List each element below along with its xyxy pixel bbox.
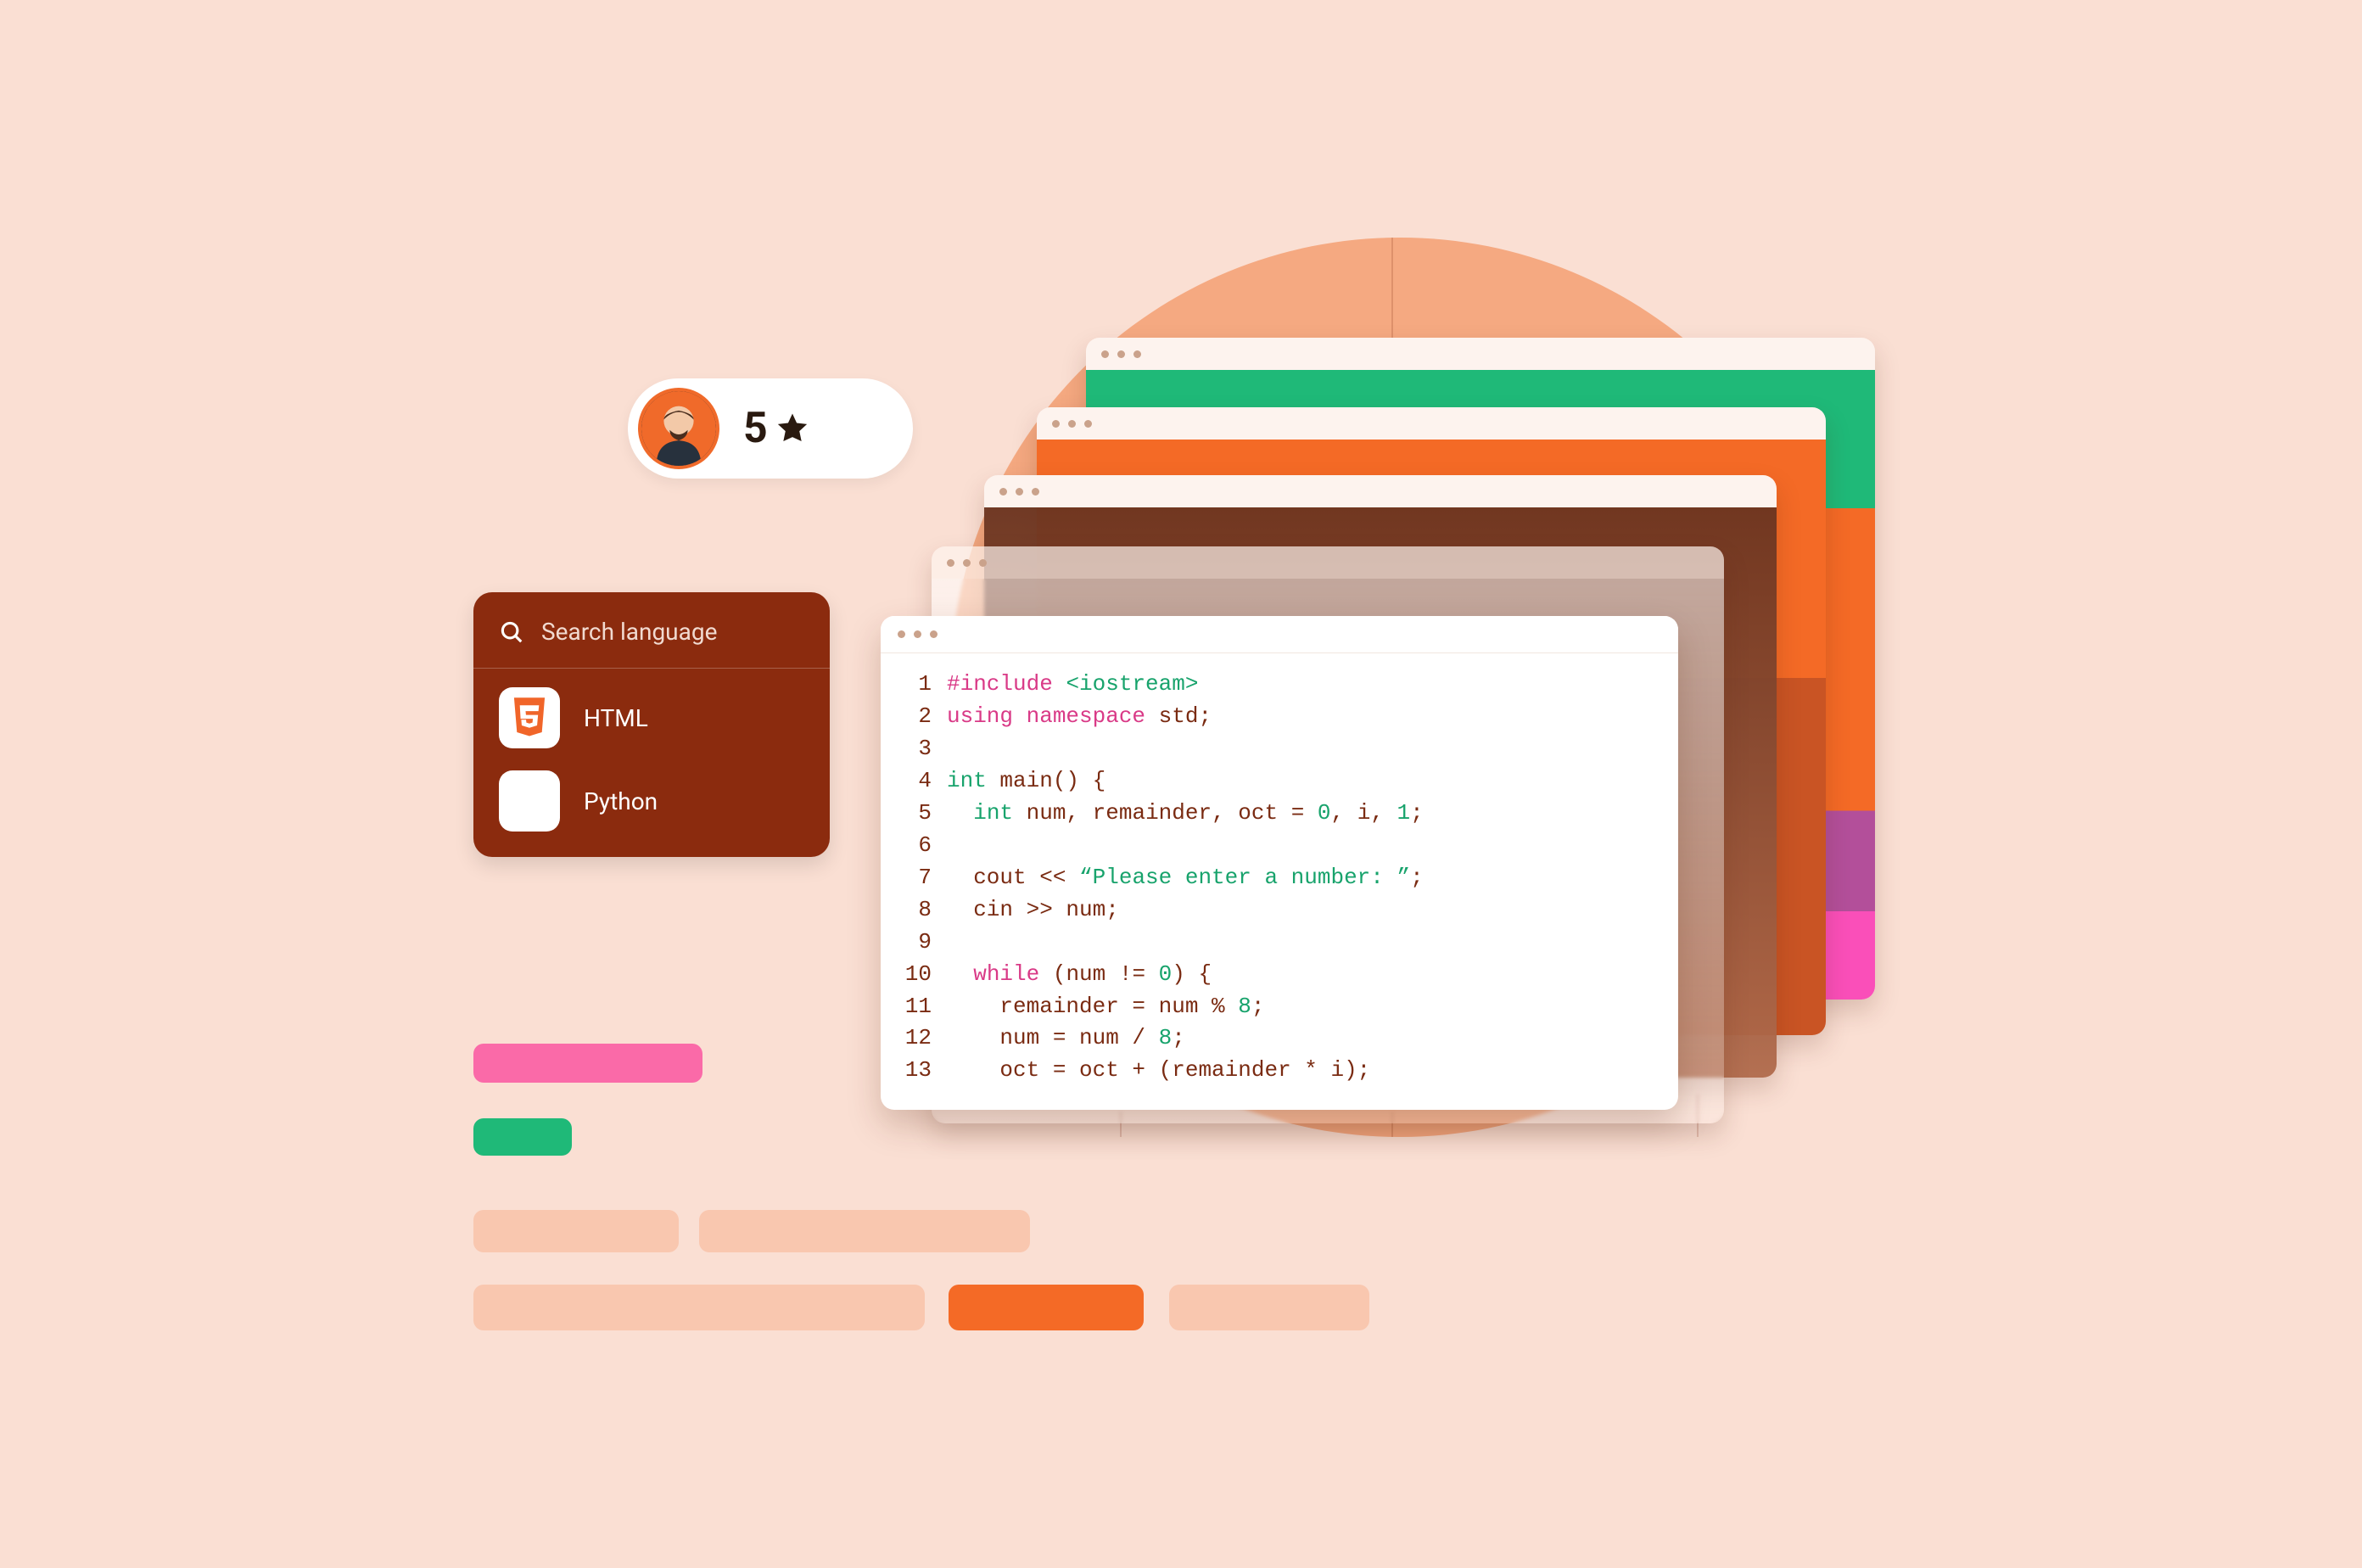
line-number: 2 (901, 701, 947, 733)
window-dot-icon (1016, 488, 1023, 496)
html5-icon (499, 687, 560, 748)
window-titlebar (932, 546, 1724, 579)
window-dot-icon (1084, 420, 1092, 428)
code-content: cout << “Please enter a number: ”; (947, 862, 1424, 894)
placeholder-bar (473, 1118, 572, 1156)
window-dot-icon (930, 630, 938, 638)
code-line: 1#include <iostream> (901, 669, 1658, 701)
code-line: 8 cin >> num; (901, 894, 1658, 927)
code-line: 12 num = num / 8; (901, 1022, 1658, 1055)
line-number: 1 (901, 669, 947, 701)
placeholder-bar (699, 1210, 1030, 1252)
line-number: 11 (901, 991, 947, 1023)
code-line: 6 (901, 830, 1658, 862)
window-dot-icon (914, 630, 921, 638)
language-panel: Search language HTML Python (473, 592, 830, 857)
window-titlebar (1037, 407, 1826, 440)
rating-value: 5 (743, 404, 810, 453)
code-content: cin >> num; (947, 894, 1119, 927)
window-dot-icon (1068, 420, 1076, 428)
line-number: 13 (901, 1055, 947, 1087)
window-dot-icon (1117, 350, 1125, 358)
code-line: 11 remainder = num % 8; (901, 991, 1658, 1023)
code-content: using namespace std; (947, 701, 1212, 733)
window-titlebar (1086, 338, 1875, 370)
line-number: 5 (901, 798, 947, 830)
line-number: 9 (901, 927, 947, 959)
code-content: int main() { (947, 765, 1105, 798)
window-dot-icon (1133, 350, 1141, 358)
code-editor-window: 1#include <iostream>2using namespace std… (881, 616, 1678, 1110)
star-icon (775, 411, 810, 446)
language-item-html[interactable]: HTML (499, 687, 804, 748)
window-dot-icon (979, 559, 987, 567)
language-item-python[interactable]: Python (499, 770, 804, 832)
window-dot-icon (1052, 420, 1060, 428)
line-number: 3 (901, 733, 947, 765)
code-content: while (num != 0) { (947, 959, 1212, 991)
placeholder-bar (949, 1285, 1144, 1330)
language-list: HTML Python (473, 669, 830, 857)
code-editor[interactable]: 1#include <iostream>2using namespace std… (881, 653, 1678, 1107)
code-content: remainder = num % 8; (947, 991, 1264, 1023)
code-line: 2using namespace std; (901, 701, 1658, 733)
window-dot-icon (898, 630, 905, 638)
placeholder-bar (473, 1044, 702, 1083)
code-content: num = num / 8; (947, 1022, 1185, 1055)
search-icon (499, 619, 524, 645)
code-line: 7 cout << “Please enter a number: ”; (901, 862, 1658, 894)
code-line: 9 (901, 927, 1658, 959)
code-content: int num, remainder, oct = 0, i, 1; (947, 798, 1424, 830)
window-dot-icon (963, 559, 971, 567)
search-row[interactable]: Search language (473, 592, 830, 669)
window-titlebar (881, 616, 1678, 653)
line-number: 7 (901, 862, 947, 894)
code-line: 4int main() { (901, 765, 1658, 798)
placeholder-bar (473, 1285, 925, 1330)
window-dot-icon (1101, 350, 1109, 358)
placeholder-bar (473, 1210, 679, 1252)
rating-number: 5 (743, 404, 768, 453)
code-line: 5 int num, remainder, oct = 0, i, 1; (901, 798, 1658, 830)
language-label: HTML (584, 704, 648, 732)
line-number: 8 (901, 894, 947, 927)
line-number: 4 (901, 765, 947, 798)
avatar-icon (641, 391, 716, 466)
line-number: 10 (901, 959, 947, 991)
code-content: #include <iostream> (947, 669, 1198, 701)
code-content: oct = oct + (remainder * i); (947, 1055, 1370, 1087)
code-line: 13 oct = oct + (remainder * i); (901, 1055, 1658, 1087)
code-line: 10 while (num != 0) { (901, 959, 1658, 991)
search-input[interactable]: Search language (541, 618, 717, 646)
window-titlebar (984, 475, 1777, 507)
python-icon (499, 770, 560, 832)
line-number: 6 (901, 830, 947, 862)
code-line: 3 (901, 733, 1658, 765)
window-dot-icon (999, 488, 1007, 496)
rating-pill: 5 (628, 378, 913, 479)
avatar (638, 388, 719, 469)
language-label: Python (584, 787, 658, 815)
line-number: 12 (901, 1022, 947, 1055)
window-dot-icon (1032, 488, 1039, 496)
placeholder-bar (1169, 1285, 1369, 1330)
window-dot-icon (947, 559, 954, 567)
